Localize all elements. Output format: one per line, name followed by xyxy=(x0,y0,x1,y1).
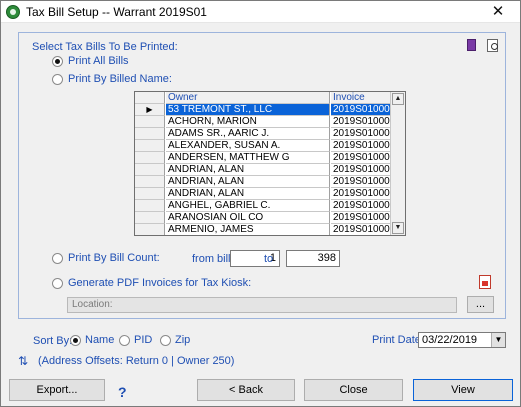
invoice-cell: 2019S0100000 xyxy=(333,224,390,235)
close-button[interactable]: Close xyxy=(304,379,403,401)
invoice-cell: 2019S0100000 xyxy=(331,152,390,164)
close-icon[interactable]: ✕ xyxy=(480,1,516,23)
invoice-column-header[interactable]: Invoice xyxy=(331,92,390,104)
owner-cell: ADAMS SR., AARIC J. xyxy=(166,128,330,140)
row-selector[interactable] xyxy=(135,116,165,128)
owner-cell: ANDRIAN, ALAN xyxy=(166,164,330,176)
owner-grid-rows: Owner Invoice ▶ 53 TREMONT ST., LLC 2019S010… xyxy=(135,92,390,235)
invoice-cell: 2019S0100000 xyxy=(331,116,390,128)
group-label: Select Tax Bills To Be Printed: xyxy=(32,41,178,53)
table-row[interactable]: ADAMS SR., AARIC J.2019S0100000 xyxy=(135,128,390,140)
sort-by-label: Sort By: xyxy=(33,335,73,347)
print-all-label[interactable]: Print All Bills xyxy=(68,55,129,67)
owner-cell: ARANOSIAN OIL CO xyxy=(166,212,330,224)
help-icon[interactable]: ? xyxy=(118,384,127,400)
print-preview-icon[interactable] xyxy=(487,39,498,52)
from-bill-label: from bill xyxy=(192,253,231,265)
print-by-count-radio[interactable] xyxy=(52,253,63,264)
print-date-value: 03/22/2019 xyxy=(422,334,478,346)
generate-pdf-radio[interactable] xyxy=(52,278,63,289)
sort-name-label[interactable]: Name xyxy=(85,334,114,346)
sort-pid-radio[interactable] xyxy=(119,335,130,346)
owner-cell: 53 TREMONT ST., LLC xyxy=(166,104,330,116)
back-button[interactable]: < Back xyxy=(197,379,295,401)
tax-app-icon xyxy=(6,5,20,19)
sort-pid-label[interactable]: PID xyxy=(134,334,152,346)
row-selector[interactable] xyxy=(135,128,165,140)
print-by-name-label[interactable]: Print By Billed Name: xyxy=(68,73,172,85)
invoice-cell: 2019S0100000 xyxy=(331,104,390,116)
window-title: Tax Bill Setup -- Warrant 2019S01 xyxy=(26,5,207,19)
to-bill-input[interactable]: 398 xyxy=(286,250,340,267)
scroll-up-icon[interactable]: ▲ xyxy=(392,93,404,105)
print-date-label: Print Date: xyxy=(372,334,424,346)
invoice-cell: 2019S0100000 xyxy=(331,188,390,200)
sort-name-radio[interactable] xyxy=(70,335,81,346)
row-selector[interactable] xyxy=(135,176,165,188)
row-selector[interactable] xyxy=(135,200,165,212)
table-row[interactable]: ALEXANDER, SUSAN A.2019S0100000 xyxy=(135,140,390,152)
title-bar: Tax Bill Setup -- Warrant 2019S01 ✕ xyxy=(1,1,520,23)
table-row[interactable]: ANDERSEN, MATTHEW G2019S0100000 xyxy=(135,152,390,164)
sort-order-icon[interactable]: ⇅ xyxy=(18,354,28,368)
invoice-cell: 2019S0100000 xyxy=(331,140,390,152)
print-by-name-radio[interactable] xyxy=(52,74,63,85)
invoice-cell: 2019S0100000 xyxy=(331,176,390,188)
generate-pdf-label[interactable]: Generate PDF Invoices for Tax Kiosk: xyxy=(68,277,251,289)
export-button[interactable]: Export... xyxy=(9,379,105,401)
table-row[interactable]: ▶53 TREMONT ST., LLC2019S0100000 xyxy=(135,104,390,116)
row-selector[interactable] xyxy=(135,164,165,176)
address-offsets-text: (Address Offsets: Return 0 | Owner 250) xyxy=(38,355,235,367)
owner-cell: ANDRIAN, ALAN xyxy=(166,188,330,200)
row-selector[interactable] xyxy=(135,140,165,152)
to-label: to xyxy=(264,253,274,265)
book-icon[interactable] xyxy=(467,39,476,51)
print-all-radio[interactable] xyxy=(52,56,63,67)
print-date-picker[interactable]: 03/22/2019 ▼ xyxy=(418,332,506,348)
scroll-down-icon[interactable]: ▼ xyxy=(392,222,404,234)
pdf-icon[interactable] xyxy=(479,275,491,289)
print-by-count-label[interactable]: Print By Bill Count: xyxy=(68,252,160,264)
location-field[interactable]: Location: xyxy=(67,297,457,313)
grid-header: Owner Invoice xyxy=(135,92,390,104)
grid-scrollbar[interactable]: ▲ ▼ xyxy=(390,92,405,235)
owner-cell: ALEXANDER, SUSAN A. xyxy=(166,140,330,152)
grid-corner xyxy=(135,92,165,104)
sort-zip-radio[interactable] xyxy=(160,335,171,346)
owner-cell: ANDERSEN, MATTHEW G xyxy=(166,152,330,164)
browse-location-button[interactable]: ... xyxy=(467,296,494,313)
table-row[interactable]: ANDRIAN, ALAN2019S0100000 xyxy=(135,188,390,200)
table-row[interactable]: ACHORN, MARION2019S0100000 xyxy=(135,116,390,128)
table-row[interactable]: ANDRIAN, ALAN2019S0100000 xyxy=(135,176,390,188)
row-selector[interactable]: ▶ xyxy=(135,104,165,116)
table-row[interactable]: ANGHEL, GABRIEL C.2019S0100000 xyxy=(135,200,390,212)
view-button[interactable]: View xyxy=(413,379,513,401)
table-row[interactable]: ANDRIAN, ALAN2019S0100000 xyxy=(135,164,390,176)
tax-bill-setup-window: Tax Bill Setup -- Warrant 2019S01 ✕ Sele… xyxy=(0,0,521,407)
owner-cell: ANDRIAN, ALAN xyxy=(166,176,330,188)
invoice-cell: 2019S0100000 xyxy=(331,212,390,224)
row-selector[interactable] xyxy=(135,212,165,224)
owner-cell: ACHORN, MARION xyxy=(166,116,330,128)
owner-column-header[interactable]: Owner xyxy=(166,92,330,104)
row-selector[interactable] xyxy=(135,152,165,164)
table-row[interactable]: ARANOSIAN OIL CO2019S0100000 xyxy=(135,212,390,224)
invoice-cell: 2019S0100000 xyxy=(331,164,390,176)
invoice-cell: 2019S0100000 xyxy=(331,128,390,140)
invoice-cell: 2019S0100000 xyxy=(331,200,390,212)
owner-cell: ANGHEL, GABRIEL C. xyxy=(166,200,330,212)
sort-zip-label[interactable]: Zip xyxy=(175,334,190,346)
owner-cell: ARMENIO, JAMES xyxy=(166,224,330,235)
chevron-down-icon[interactable]: ▼ xyxy=(491,333,505,347)
row-selector[interactable] xyxy=(135,224,165,235)
row-selector[interactable] xyxy=(135,188,165,200)
table-row[interactable]: ARMENIO, JAMES2019S0100000 xyxy=(135,224,390,235)
owner-grid[interactable]: Owner Invoice ▶ 53 TREMONT ST., LLC 2019S010… xyxy=(134,91,406,236)
